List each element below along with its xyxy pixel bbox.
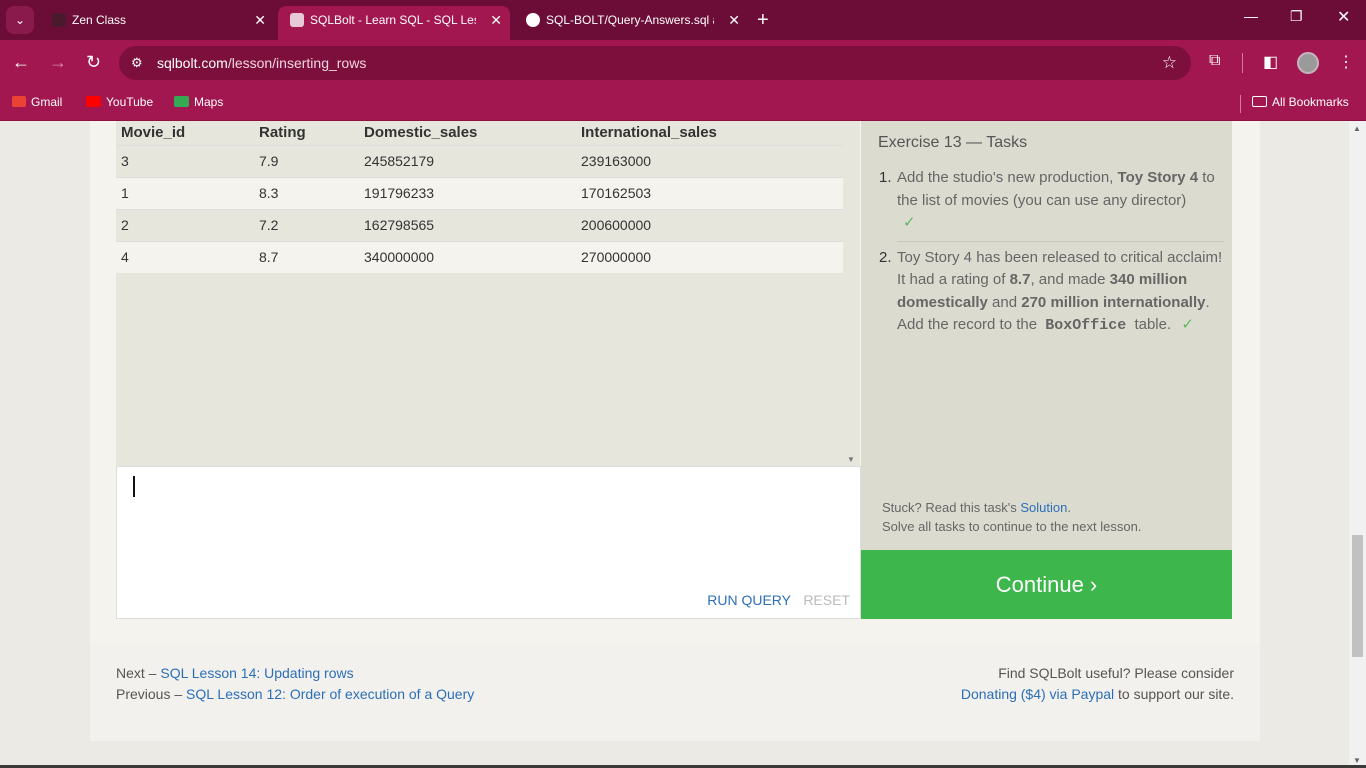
close-tab-icon[interactable]: ✕ xyxy=(254,6,266,34)
all-bookmarks-folder[interactable]: All Bookmarks xyxy=(1252,93,1349,111)
table-cell: 8.7 xyxy=(254,240,359,273)
previous-lesson-link[interactable]: SQL Lesson 12: Order of execution of a Q… xyxy=(186,686,474,702)
scroll-up-icon[interactable]: ▲ xyxy=(1353,124,1361,133)
close-window-icon[interactable]: ✕ xyxy=(1337,7,1350,27)
reset-button[interactable]: RESET xyxy=(803,592,850,608)
table-cell: 200600000 xyxy=(576,208,843,241)
table-cell: 7.2 xyxy=(254,208,359,241)
youtube-icon xyxy=(86,96,101,107)
tab-sqlbolt[interactable]: SQLBolt - Learn SQL - SQL Less ✕ xyxy=(278,6,510,40)
maps-icon xyxy=(174,96,189,107)
gmail-icon xyxy=(12,96,26,107)
task-divider xyxy=(897,240,1224,242)
profile-avatar[interactable] xyxy=(1297,52,1319,74)
sqlbolt-favicon-icon xyxy=(290,13,304,27)
table-name-code: BoxOffice xyxy=(1045,317,1127,334)
bookmark-youtube[interactable]: YouTube xyxy=(86,93,153,111)
next-lesson-link[interactable]: SQL Lesson 14: Updating rows xyxy=(160,665,353,681)
scroll-down-icon[interactable]: ▼ xyxy=(1353,756,1361,765)
new-tab-button[interactable]: + xyxy=(757,6,769,34)
checkmark-icon: ✓ xyxy=(903,214,916,231)
column-header: Movie_id xyxy=(121,124,186,142)
task-item: 1. Add the studio's new production, Toy … xyxy=(879,169,1215,231)
solve-all-note: Solve all tasks to continue to the next … xyxy=(882,519,1142,534)
scrollbar-thumb[interactable] xyxy=(1352,535,1363,657)
close-tab-icon[interactable]: ✕ xyxy=(490,6,502,34)
page-scrollbar[interactable]: ▲ ▼ xyxy=(1349,121,1366,768)
table-cell: 239163000 xyxy=(576,144,843,177)
stuck-help: Stuck? Read this task's Solution. Solve … xyxy=(882,500,1142,534)
table-cell: 170162503 xyxy=(576,176,843,209)
table-cell: 2 xyxy=(116,208,254,241)
back-arrow-icon[interactable]: ← xyxy=(12,52,30,72)
table-cell: 1 xyxy=(116,176,254,209)
bookmarks-divider xyxy=(1240,95,1241,113)
table-cell: 7.9 xyxy=(254,144,359,177)
results-table: Movie_id Rating Domestic_sales Internati… xyxy=(116,121,843,273)
zen-class-favicon-icon xyxy=(52,13,66,27)
run-query-button[interactable]: RUN QUERY xyxy=(707,592,791,608)
tab-search-button[interactable]: ⌄ xyxy=(6,6,34,34)
table-cell: 191796233 xyxy=(359,176,576,209)
tab-zen-class[interactable]: Zen Class ✕ xyxy=(40,6,274,34)
tab-bar: ⌄ Zen Class ✕ SQLBolt - Learn SQL - SQL … xyxy=(0,0,1366,40)
table-row: 2 7.2 162798565 200600000 xyxy=(116,208,843,241)
restore-icon[interactable]: ❐ xyxy=(1290,8,1303,25)
more-menu-icon[interactable]: ⋮ xyxy=(1338,52,1354,72)
tab-label: SQLBolt - Learn SQL - SQL Less xyxy=(310,13,476,27)
table-row: 3 7.9 245852179 239163000 xyxy=(116,144,843,177)
tab-github[interactable]: SQL-BOLT/Query-Answers.sql a ✕ xyxy=(514,6,748,34)
donate-link[interactable]: Donating ($4) via Paypal xyxy=(961,686,1114,702)
table-cell: 3 xyxy=(116,144,254,177)
github-icon xyxy=(526,13,540,27)
site-settings-icon[interactable]: ⚙ xyxy=(131,55,143,71)
bookmark-gmail[interactable]: Gmail xyxy=(12,93,62,111)
toolbar-divider xyxy=(1242,53,1243,73)
table-cell: 8.3 xyxy=(254,176,359,209)
tasks-panel: Exercise 13 — Tasks 1. Add the studio's … xyxy=(861,121,1232,550)
lesson-navigation: Next – SQL Lesson 14: Updating rows Prev… xyxy=(116,665,475,702)
column-header: Rating xyxy=(259,124,306,142)
table-cell: 4 xyxy=(116,240,254,273)
task-list: 1. Add the studio's new production, Toy … xyxy=(879,167,1224,338)
bookmark-maps[interactable]: Maps xyxy=(174,93,223,111)
table-cell: 340000000 xyxy=(359,240,576,273)
table-cell: 245852179 xyxy=(359,144,576,177)
checkmark-icon: ✓ xyxy=(1181,316,1194,333)
chevron-down-icon: ⌄ xyxy=(14,13,26,27)
query-results: Movie_id Rating Domestic_sales Internati… xyxy=(116,121,843,466)
tab-label: Zen Class xyxy=(72,13,127,27)
side-panel-icon[interactable]: ◧ xyxy=(1263,52,1278,72)
forward-arrow-icon[interactable]: → xyxy=(49,52,67,72)
close-tab-icon[interactable]: ✕ xyxy=(728,6,740,34)
reload-icon[interactable]: ↻ xyxy=(86,52,101,72)
tab-label: SQL-BOLT/Query-Answers.sql a xyxy=(546,13,714,27)
bookmarks-bar: Gmail YouTube Maps All Bookmarks xyxy=(0,86,1366,121)
solution-link[interactable]: Solution xyxy=(1020,500,1067,515)
donate-note: Find SQLBolt useful? Please consider Don… xyxy=(960,665,1234,702)
continue-button[interactable]: Continue › xyxy=(861,550,1232,619)
results-scrollbar[interactable]: ▼ xyxy=(843,121,860,466)
column-header: International_sales xyxy=(581,124,717,142)
page-content: Movie_id Rating Domestic_sales Internati… xyxy=(0,121,1366,768)
minimize-icon[interactable]: — xyxy=(1244,8,1258,24)
table-row: 1 8.3 191796233 170162503 xyxy=(116,176,843,209)
table-row: 4 8.7 340000000 270000000 xyxy=(116,240,843,273)
sql-editor[interactable]: RUN QUERY RESET xyxy=(116,466,861,619)
folder-icon xyxy=(1252,96,1267,107)
table-cell: 270000000 xyxy=(576,240,843,273)
scroll-down-icon[interactable]: ▼ xyxy=(847,455,855,464)
column-header: Domestic_sales xyxy=(364,124,478,142)
table-cell: 162798565 xyxy=(359,208,576,241)
task-item: 2. Toy Story 4 has been released to crit… xyxy=(879,248,1223,335)
lesson-footer: Next – SQL Lesson 14: Updating rows Prev… xyxy=(90,645,1260,741)
extensions-icon[interactable]: ⧉ xyxy=(1209,52,1220,70)
browser-toolbar: ← → ↻ ⚙ sqlbolt.com/lesson/inserting_row… xyxy=(0,40,1366,86)
text-cursor xyxy=(133,476,135,497)
tasks-title: Exercise 13 — Tasks xyxy=(878,134,1028,151)
url-text: sqlbolt.com/lesson/inserting_rows xyxy=(157,55,367,71)
bookmark-star-icon[interactable]: ☆ xyxy=(1162,53,1177,73)
exercise-card: Movie_id Rating Domestic_sales Internati… xyxy=(90,121,1260,645)
address-bar[interactable]: ⚙ sqlbolt.com/lesson/inserting_rows ☆ xyxy=(119,46,1191,80)
